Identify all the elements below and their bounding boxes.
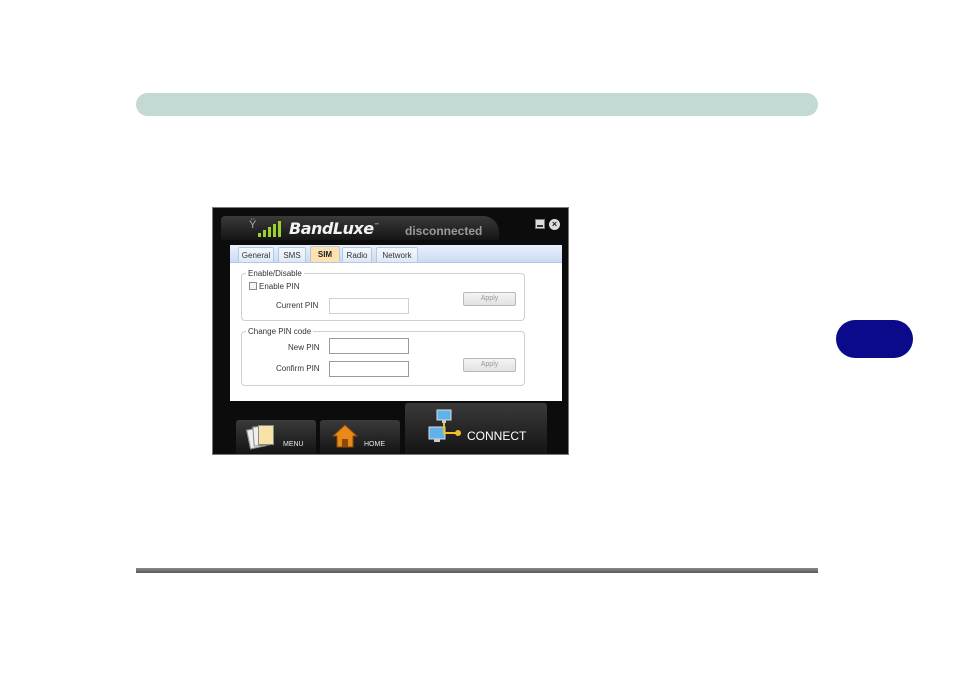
new-pin-field[interactable] — [329, 338, 409, 354]
signal-bar — [278, 221, 281, 237]
bandluxe-window: Ÿ BandLuxe™ disconnected × General SMS S… — [212, 207, 569, 455]
confirm-pin-label: Confirm PIN — [276, 364, 320, 373]
signal-bar — [273, 224, 276, 237]
menu-icon — [246, 424, 274, 450]
current-pin-label: Current PIN — [276, 301, 319, 310]
enable-pin-checkbox[interactable] — [249, 282, 257, 290]
connection-status: disconnected — [405, 224, 483, 238]
network-connect-icon — [428, 409, 461, 442]
brand-logo: BandLuxe™ — [289, 219, 380, 238]
connect-button[interactable]: CONNECT — [405, 403, 547, 454]
signal-strength-icon: Ÿ — [249, 220, 285, 237]
brand-name: BandLuxe — [289, 219, 374, 238]
tab-sms[interactable]: SMS — [278, 247, 306, 262]
enable-pin-label: Enable PIN — [259, 282, 300, 291]
page-header-bar — [136, 93, 818, 116]
current-pin-field[interactable] — [329, 298, 409, 314]
footer-rule — [136, 568, 818, 573]
group-title: Change PIN code — [246, 326, 314, 337]
tab-network[interactable]: Network — [376, 247, 418, 262]
antenna-icon: Ÿ — [249, 219, 257, 231]
connect-label: CONNECT — [467, 429, 527, 443]
home-button[interactable]: HOME — [320, 420, 400, 454]
apply-button[interactable]: Apply — [463, 358, 516, 372]
confirm-pin-field[interactable] — [329, 361, 409, 377]
close-icon[interactable]: × — [549, 219, 560, 230]
group-title: Enable/Disable — [246, 268, 304, 279]
signal-bar — [258, 233, 261, 237]
tab-radio[interactable]: Radio — [342, 247, 372, 262]
tab-strip: General SMS SIM Radio Network — [230, 245, 562, 263]
home-icon — [332, 424, 358, 448]
new-pin-label: New PIN — [288, 343, 320, 352]
minimize-icon[interactable] — [535, 219, 545, 229]
trademark: ™ — [373, 222, 380, 230]
signal-bar — [268, 227, 271, 237]
content-panel: General SMS SIM Radio Network Enable/Dis… — [230, 245, 562, 401]
apply-button[interactable]: Apply — [463, 292, 516, 306]
chapter-tab — [836, 320, 913, 358]
menu-button[interactable]: MENU — [236, 420, 316, 454]
menu-label: MENU — [283, 441, 304, 448]
home-label: HOME — [364, 441, 385, 448]
signal-bar — [263, 230, 266, 237]
tab-general[interactable]: General — [238, 247, 274, 262]
tab-sim[interactable]: SIM — [310, 246, 340, 262]
